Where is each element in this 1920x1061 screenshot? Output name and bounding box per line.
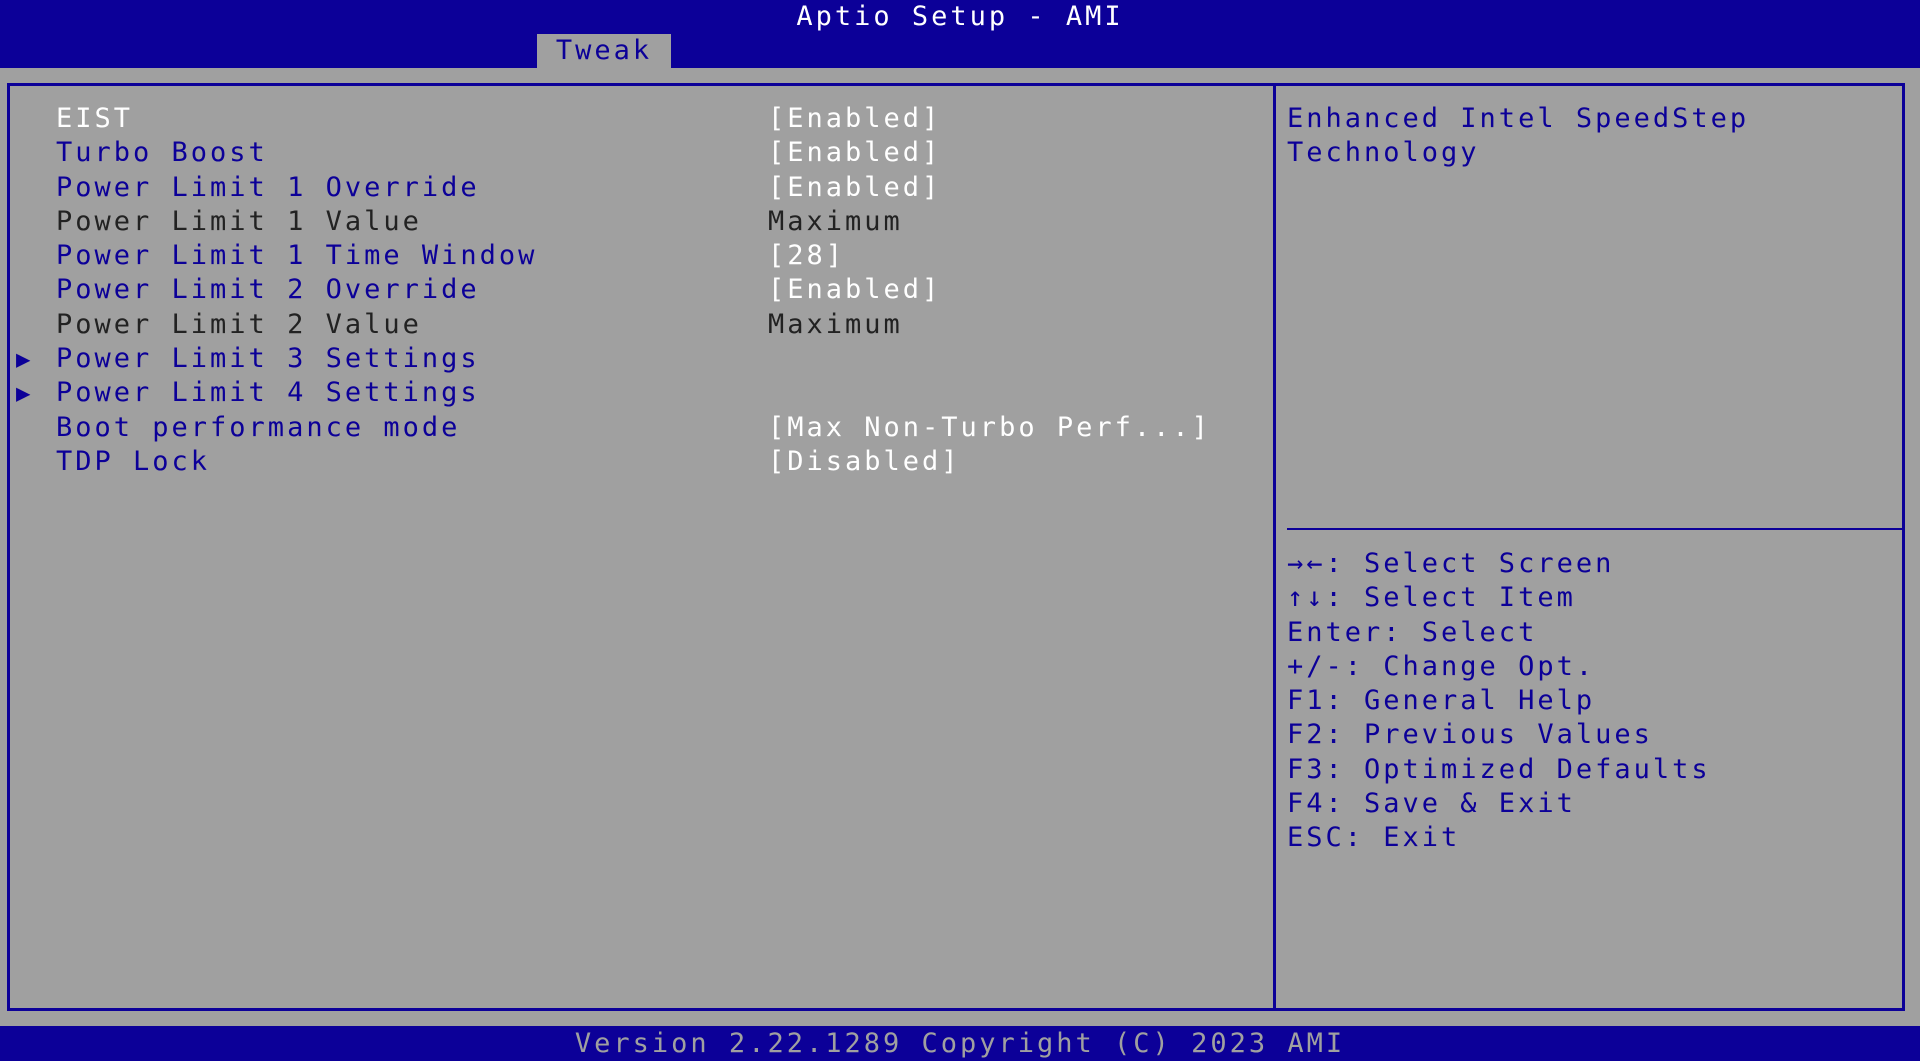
help-text: Enhanced Intel SpeedStep Technology: [1287, 103, 1769, 169]
menu-item-label: Turbo Boost: [56, 137, 268, 169]
menu-item-label: Power Limit 1 Override: [56, 171, 480, 203]
menu-item-label: Power Limit 1 Time Window: [56, 240, 538, 272]
version-footer: Version 2.22.1289 Copyright (C) 2023 AMI: [574, 1028, 1346, 1059]
menu-item-label: Boot performance mode: [56, 411, 461, 443]
menu-item-pl2-value: Power Limit 2 Value Maximum: [0, 308, 1270, 342]
key-hint: ↑↓: Select Item: [1287, 582, 1576, 614]
menu-item-boot-performance-mode[interactable]: Boot performance mode [Max Non-Turbo Per…: [0, 411, 1270, 445]
menu-item-pl1-value: Power Limit 1 Value Maximum: [0, 205, 1270, 239]
menu-item-label: Power Limit 4 Settings: [56, 377, 480, 409]
submenu-arrow-icon: ▶: [16, 345, 31, 374]
menu-item-label: TDP Lock: [56, 445, 211, 477]
menu-item-value[interactable]: [28]: [768, 239, 845, 273]
menu-item-label: Power Limit 2 Value: [56, 308, 422, 340]
menu-item-value: Maximum: [768, 308, 903, 340]
window-title: Aptio Setup - AMI: [796, 1, 1124, 32]
menu-item-turbo-boost[interactable]: Turbo Boost [Enabled]: [0, 136, 1270, 170]
main-frame: EIST [Enabled] Turbo Boost [Enabled] Pow…: [0, 68, 1920, 1026]
key-hint: F4: Save & Exit: [1287, 788, 1576, 820]
menu-item-pl1-time-window[interactable]: Power Limit 1 Time Window [28]: [0, 239, 1270, 273]
menu-item-value[interactable]: [Enabled]: [768, 102, 941, 136]
key-hint: F3: Optimized Defaults: [1287, 753, 1711, 785]
key-legend: →←: Select Screen ↑↓: Select Item Enter:…: [1287, 547, 1897, 856]
menu-item-label: EIST: [56, 103, 134, 134]
key-hint: ESC: Exit: [1287, 822, 1461, 854]
menu-item-value[interactable]: [Enabled]: [768, 273, 941, 307]
help-divider: [1287, 528, 1902, 530]
menu-item-value[interactable]: [Enabled]: [768, 136, 941, 170]
key-hint: +/-: Change Opt.: [1287, 650, 1596, 682]
menu-item-pl1-override[interactable]: Power Limit 1 Override [Enabled]: [0, 171, 1270, 205]
key-hint: Enter: Select: [1287, 616, 1538, 648]
key-hint: F2: Previous Values: [1287, 719, 1653, 751]
menu-item-eist[interactable]: EIST [Enabled]: [0, 102, 1270, 136]
menu-item-label: Power Limit 2 Override: [56, 274, 480, 306]
tab-tweak[interactable]: Tweak: [537, 34, 671, 68]
menu-item-value: Maximum: [768, 205, 903, 237]
menu-item-pl4-settings[interactable]: ▶ Power Limit 4 Settings: [0, 376, 1270, 410]
menu-item-value[interactable]: [Max Non-Turbo Perf...]: [768, 411, 1211, 445]
menu-item-value[interactable]: [Enabled]: [768, 171, 941, 205]
menu-item-pl2-override[interactable]: Power Limit 2 Override [Enabled]: [0, 273, 1270, 307]
menu-item-label: Power Limit 3 Settings: [56, 343, 480, 375]
menu-item-tdp-lock[interactable]: TDP Lock [Disabled]: [0, 445, 1270, 479]
key-hint: F1: General Help: [1287, 685, 1596, 717]
menu-item-value[interactable]: [Disabled]: [768, 445, 961, 479]
key-hint: →←: Select Screen: [1287, 548, 1615, 579]
settings-menu: EIST [Enabled] Turbo Boost [Enabled] Pow…: [0, 102, 1270, 479]
submenu-arrow-icon: ▶: [16, 379, 31, 408]
menu-item-label: Power Limit 1 Value: [56, 205, 422, 237]
menu-item-pl3-settings[interactable]: ▶ Power Limit 3 Settings: [0, 342, 1270, 376]
panel-divider: [1273, 83, 1276, 1011]
